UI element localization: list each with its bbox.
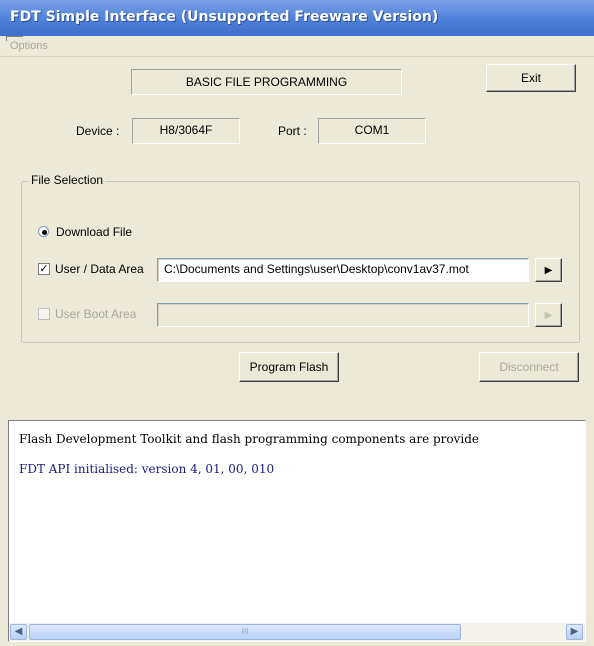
log-line: Flash Development Toolkit and flash prog… bbox=[19, 432, 480, 446]
scroll-thumb[interactable]: III bbox=[29, 624, 461, 640]
user-data-path-text: C:\Documents and Settings\user\Desktop\c… bbox=[164, 262, 469, 276]
user-data-area-label[interactable]: User / Data Area bbox=[55, 262, 144, 276]
download-file-label[interactable]: Download File bbox=[56, 225, 132, 239]
horizontal-scrollbar[interactable]: ◀ III ▶ bbox=[9, 623, 585, 641]
user-boot-area-label: User Boot Area bbox=[55, 307, 137, 321]
user-boot-area-checkbox[interactable] bbox=[38, 308, 50, 320]
radio-selected-dot bbox=[42, 230, 47, 235]
program-flash-label: Program Flash bbox=[249, 360, 329, 374]
device-value: H8/3064F bbox=[132, 118, 240, 144]
output-log[interactable]: Flash Development Toolkit and flash prog… bbox=[8, 420, 586, 642]
port-label: Port : bbox=[278, 124, 307, 138]
user-boot-path-field[interactable] bbox=[157, 303, 529, 327]
play-arrow-icon: ▶ bbox=[544, 265, 553, 276]
title-bar[interactable]: FDT Simple Interface (Unsupported Freewa… bbox=[0, 0, 594, 36]
mode-label: BASIC FILE PROGRAMMING bbox=[185, 75, 348, 89]
exit-button[interactable]: Exit bbox=[486, 64, 576, 92]
port-value: COM1 bbox=[318, 118, 426, 144]
mode-display: BASIC FILE PROGRAMMING bbox=[131, 69, 402, 95]
play-arrow-icon: ▶ bbox=[544, 310, 553, 321]
user-data-browse-button[interactable]: ▶ bbox=[535, 258, 562, 282]
menu-bar: Options bbox=[0, 36, 594, 57]
device-value-text: H8/3064F bbox=[159, 123, 213, 137]
device-label: Device : bbox=[76, 124, 120, 138]
check-mark-icon: ✓ bbox=[39, 263, 49, 275]
disconnect-button[interactable]: Disconnect bbox=[479, 352, 579, 382]
file-selection-title: File Selection bbox=[29, 173, 106, 187]
download-file-radio[interactable] bbox=[38, 226, 49, 237]
menu-options[interactable]: Options bbox=[10, 40, 48, 52]
user-data-path-field[interactable]: C:\Documents and Settings\user\Desktop\c… bbox=[157, 258, 529, 282]
scroll-thumb-grip-icon: III bbox=[241, 627, 249, 636]
window-title: FDT Simple Interface (Unsupported Freewa… bbox=[10, 9, 439, 25]
fdt-window: FDT Simple Interface (Unsupported Freewa… bbox=[0, 0, 594, 646]
disconnect-label: Disconnect bbox=[499, 360, 559, 374]
user-data-area-checkbox[interactable]: ✓ bbox=[38, 263, 50, 275]
program-flash-button[interactable]: Program Flash bbox=[239, 352, 339, 382]
scroll-left-arrow-icon[interactable]: ◀ bbox=[10, 624, 27, 640]
exit-button-label: Exit bbox=[520, 71, 541, 85]
port-value-text: COM1 bbox=[354, 123, 390, 137]
log-line: FDT API initialised: version 4, 01, 00, … bbox=[19, 462, 275, 476]
scroll-right-arrow-icon[interactable]: ▶ bbox=[566, 624, 583, 640]
user-boot-browse-button[interactable]: ▶ bbox=[535, 303, 562, 327]
